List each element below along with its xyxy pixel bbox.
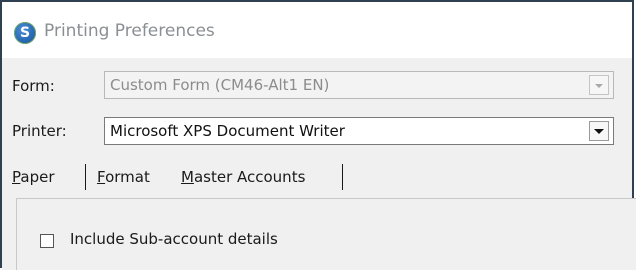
include-subaccount-label[interactable]: Include Sub-account details <box>70 230 278 248</box>
master-accounts-panel: Include Sub-account details <box>16 198 636 270</box>
form-select-value: Custom Form (CM46-Alt1 EN) <box>110 76 330 94</box>
tab-divider <box>342 164 343 190</box>
window-title: Printing Preferences <box>44 21 215 41</box>
tab-master-accounts-rest: aster Accounts <box>193 168 306 186</box>
include-subaccount-checkbox[interactable] <box>40 234 54 248</box>
tab-format[interactable]: Format <box>97 161 150 193</box>
tab-paper-rest: aper <box>20 168 55 186</box>
form-label: Form: <box>12 77 55 95</box>
chevron-down-icon <box>595 84 603 88</box>
tab-strip: Paper Format Master Accounts <box>2 161 632 193</box>
app-logo-icon: S <box>14 22 36 44</box>
printing-preferences-window: S Printing Preferences Form: Custom Form… <box>0 0 636 270</box>
printer-label: Printer: <box>12 122 67 140</box>
tab-master-accounts-mnemonic: M <box>181 168 194 186</box>
tab-paper[interactable]: Paper <box>12 161 54 193</box>
tab-master-accounts[interactable]: Master Accounts <box>181 161 305 193</box>
printer-select[interactable]: Microsoft XPS Document Writer <box>104 117 614 145</box>
form-dropdown-button[interactable] <box>589 75 609 95</box>
printer-select-value: Microsoft XPS Document Writer <box>110 122 345 140</box>
form-select[interactable]: Custom Form (CM46-Alt1 EN) <box>104 71 614 99</box>
chevron-down-icon <box>594 129 604 134</box>
printer-dropdown-button[interactable] <box>589 121 609 141</box>
title-bar[interactable]: S Printing Preferences <box>2 2 632 58</box>
tab-format-rest: ormat <box>105 168 150 186</box>
tab-format-mnemonic: F <box>97 168 106 186</box>
tab-divider <box>85 164 86 190</box>
dialog-body: Form: Custom Form (CM46-Alt1 EN) Printer… <box>2 58 636 270</box>
